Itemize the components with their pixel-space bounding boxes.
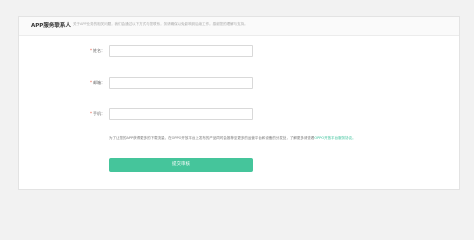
- card-header: APP服务联系人 关于APP业务的相关问题，我们会通过以下方式与您联系，务请确保…: [19, 17, 459, 36]
- required-mark: *: [90, 80, 92, 85]
- contact-form-card: APP服务联系人 关于APP业务的相关问题，我们会通过以下方式与您联系，务请确保…: [18, 16, 460, 190]
- header-notice: 关于APP业务的相关问题，我们会通过以下方式与您联系，务请确保以免影响到后续工作…: [73, 22, 248, 26]
- phone-field[interactable]: [109, 108, 253, 120]
- email-field[interactable]: [109, 77, 253, 89]
- required-mark: *: [90, 48, 92, 53]
- required-mark: *: [90, 111, 92, 116]
- email-label: *邮箱：: [90, 80, 105, 85]
- name-field[interactable]: [109, 45, 253, 57]
- submit-review-button[interactable]: 提交审核: [109, 158, 253, 172]
- page-title: APP服务联系人: [31, 23, 71, 29]
- agreement-link[interactable]: OPPO开放平台服务协议。: [314, 136, 355, 140]
- distribution-note: 为了让您的APP获得更多的下载流量，在OPPO开放平台上发布的产品同时会推荐至更…: [109, 136, 356, 140]
- phone-label: *手机：: [90, 111, 105, 116]
- name-label: *姓名：: [90, 48, 105, 53]
